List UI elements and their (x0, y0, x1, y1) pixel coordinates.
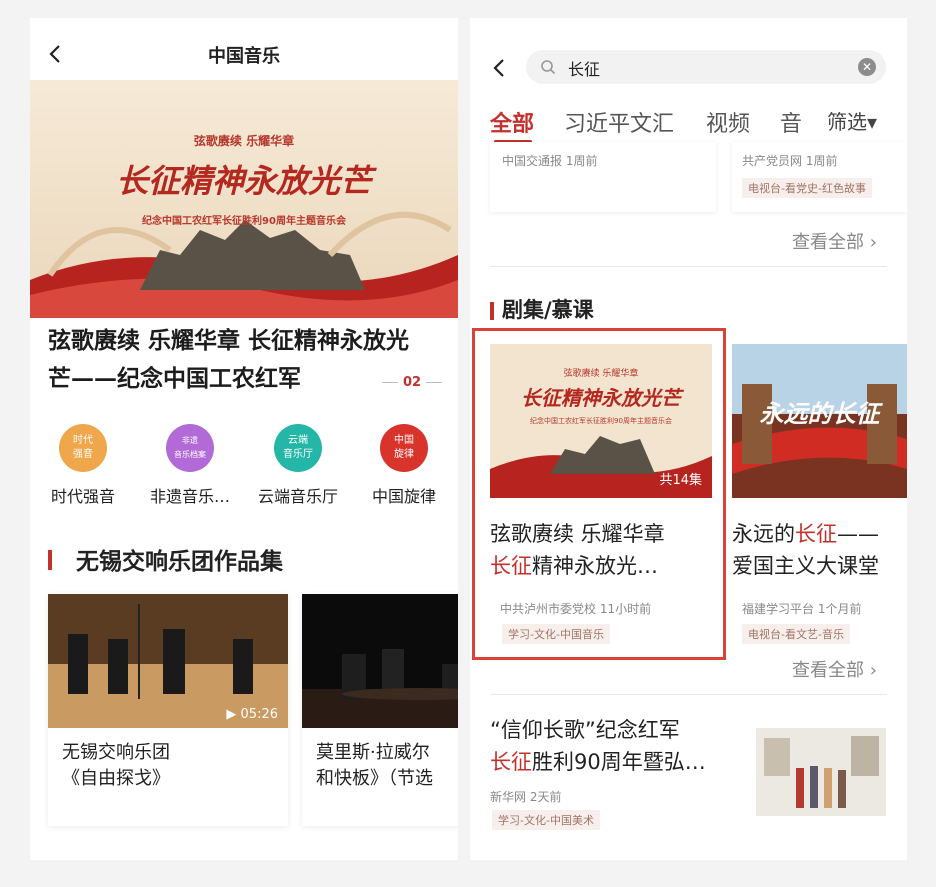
title-part: 永远的 (732, 522, 795, 546)
category-icon-text: 非遗 音乐档案 (174, 436, 206, 459)
category-icon: 云端 音乐厅 (274, 424, 322, 472)
category-label: 云端音乐厅 (257, 487, 338, 506)
article-tag: 学习-文化-中国美术 (492, 810, 600, 830)
category-label: 时代强音 (50, 487, 115, 506)
category-icon: 中国 旋律 (380, 424, 428, 472)
video-card[interactable]: 莫里斯·拉威尔 和快板》（节选 (302, 594, 458, 826)
tab-all[interactable]: 全部 (490, 106, 534, 138)
title-part: 胜利90周年暨弘… (532, 750, 706, 774)
right-screen: 长征 ✕ 全部 习近平文汇 视频 音 筛选▾ 中国交通报 1周前 共产党员网 1… (470, 18, 907, 860)
category-item-2[interactable]: 云端 音乐厅 云端音乐厅 (248, 424, 348, 507)
video-thumbnail: ▶ 05:26 (48, 594, 288, 728)
category-row: 时代 强音 时代强音 非遗 音乐档案 非遗音乐… 云端 音乐厅 云端音乐厅 中国… (30, 424, 458, 514)
tab-audio[interactable]: 音 (780, 106, 802, 138)
series-title: 永远的长征—— 爱国主义大课堂 (732, 518, 907, 582)
search-bar[interactable]: 长征 ✕ (526, 50, 886, 84)
search-icon (540, 59, 556, 75)
card-meta: 共产党员网 1周前 (742, 154, 838, 168)
section-accent-bar (48, 550, 52, 570)
article-title[interactable]: “信仰长歌”纪念红军 长征胜利90周年暨弘… (490, 714, 736, 778)
series-card[interactable]: 永远的长征 永远的长征—— 爱国主义大课堂 福建学习平台 1个月前 电视台-看文… (722, 336, 907, 658)
category-icon-text: 时代 强音 (73, 435, 93, 460)
series-thumbnail: 永远的长征 (732, 344, 907, 498)
tab-xi-collection[interactable]: 习近平文汇 (564, 106, 674, 138)
banner-calligraphy: 长征精神永放光芒 (115, 162, 372, 200)
tab-video[interactable]: 视频 (706, 106, 750, 138)
banner-image[interactable]: 弦歌赓续 乐耀华章 长征精神永放光芒 纪念中国工农红军长征胜利90周年主题音乐会 (30, 80, 458, 318)
video-card[interactable]: ▶ 05:26 无锡交响乐团 《自由探戈》 (48, 594, 288, 826)
clear-icon[interactable]: ✕ (858, 58, 876, 76)
result-card[interactable]: 中国交通报 1周前 (490, 142, 716, 212)
section-title: 无锡交响乐团作品集 (76, 548, 283, 575)
duration-text: 05:26 (240, 707, 278, 722)
see-all-link[interactable]: 查看全部 › (792, 228, 877, 254)
card-tag: 电视台-看党史-红色故事 (742, 178, 872, 198)
article-thumbnail[interactable] (756, 728, 886, 816)
title-highlight: 长征 (490, 750, 532, 774)
title-part: “信仰长歌”纪念红军 (490, 718, 680, 742)
page-title: 中国音乐 (208, 46, 280, 67)
card-meta: 福建学习平台 1个月前 (742, 602, 862, 616)
thumb-calligraphy: 永远的长征 (759, 399, 880, 428)
banner-subtitle: 纪念中国工农红军长征胜利90周年主题音乐会 (142, 216, 346, 227)
section-accent-bar (490, 302, 494, 320)
category-icon-text: 中国 旋律 (394, 435, 414, 460)
filter-label: 筛选▾ (827, 110, 878, 134)
result-card[interactable]: 共产党员网 1周前 电视台-看党史-红色故事 (732, 142, 907, 212)
banner-headline[interactable]: 弦歌赓续 乐耀华章 长征精神永放光芒——纪念中国工农红军 (48, 322, 428, 398)
category-item-1[interactable]: 非遗 音乐档案 非遗音乐… (140, 424, 240, 507)
card-tag: 电视台-看文艺-音乐 (742, 624, 850, 644)
banner-top-line: 弦歌赓续 乐耀华章 (193, 134, 295, 148)
category-item-0[interactable]: 时代 强音 时代强音 (33, 424, 133, 507)
category-icon: 非遗 音乐档案 (166, 424, 214, 472)
category-label: 非遗音乐… (149, 487, 230, 506)
category-item-3[interactable]: 中国 旋律 中国旋律 (354, 424, 454, 507)
divider (490, 266, 887, 267)
section-title: 剧集/慕课 (502, 297, 594, 322)
category-label: 中国旋律 (371, 487, 436, 506)
carousel-pager: 02 (372, 375, 452, 390)
search-input[interactable]: 长征 (568, 56, 600, 80)
divider (490, 694, 887, 695)
video-thumbnail (302, 594, 458, 728)
left-screen: 中国音乐 弦歌赓续 乐耀华章 长征精神永放光芒 纪念中国工农红军长征胜利90周年… (30, 18, 458, 860)
category-icon: 时代 强音 (59, 424, 107, 472)
article-meta: 新华网 2天前 (490, 790, 562, 804)
title-highlight: 长征 (795, 522, 837, 546)
back-arrow-icon[interactable] (490, 58, 510, 78)
see-all-link[interactable]: 查看全部 › (792, 656, 877, 682)
video-title: 无锡交响乐团 《自由探戈》 (62, 742, 170, 789)
card-meta: 中国交通报 1周前 (502, 154, 598, 168)
category-icon-text: 云端 音乐厅 (283, 435, 313, 460)
video-title: 莫里斯·拉威尔 和快板》（节选 (316, 742, 433, 789)
highlight-annotation-box (472, 328, 726, 660)
video-duration: ▶ 05:26 (226, 707, 278, 722)
filter-button[interactable]: 筛选▾ (817, 98, 907, 142)
